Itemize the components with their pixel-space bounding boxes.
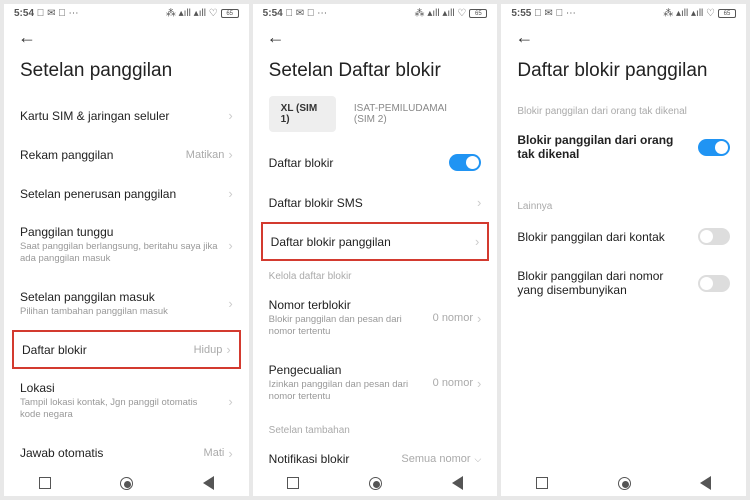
chevron-icon: › (228, 394, 232, 409)
row-daftar-blokir[interactable]: Daftar blokirHidup› (12, 330, 241, 369)
row-sim[interactable]: Kartu SIM & jaringan seluler› (20, 96, 233, 135)
phone-screen-2: 5:54 ⃠ ✉ ⛶ ⋯ ⁂ ▴ıll ▴ıll ♡ 65 ← Setelan … (253, 4, 498, 496)
row-nomor-terblokir[interactable]: Nomor terblokirBlokir panggilan dan pesa… (269, 286, 482, 351)
row-notifikasi[interactable]: Notifikasi blokirSemua nomor ⌵ (269, 440, 482, 466)
row-masuk[interactable]: Setelan panggilan masukPilihan tambahan … (20, 278, 233, 330)
chevron-icon: › (477, 195, 481, 210)
recents-button[interactable] (536, 477, 548, 489)
back-button[interactable]: ← (267, 27, 285, 47)
home-button[interactable] (369, 477, 382, 490)
chevron-icon: › (228, 238, 232, 253)
row-rekam[interactable]: Rekam panggilanMatikan› (20, 135, 233, 174)
phone-screen-3: 5:55 ⃠ ✉ ⛶ ⋯ ⁂ ▴ıll ▴ıll ♡ 65 ← Daftar b… (501, 4, 746, 496)
recents-button[interactable] (39, 477, 51, 489)
nav-bar (4, 466, 249, 496)
home-button[interactable] (618, 477, 631, 490)
toggle-icon[interactable] (449, 154, 481, 171)
chevron-icon: › (228, 108, 232, 123)
tab-sim2[interactable]: ISAT-PEMILUDAMAI (SIM 2) (342, 96, 481, 132)
status-bar: 5:55 ⃠ ✉ ⛶ ⋯ ⁂ ▴ıll ▴ıll ♡ 65 (501, 4, 746, 21)
back-button[interactable]: ← (18, 27, 36, 47)
home-button[interactable] (120, 477, 133, 490)
chevron-icon: › (477, 376, 481, 391)
chevron-icon: › (228, 147, 232, 162)
row-blokir-panggilan[interactable]: Daftar blokir panggilan› (261, 222, 490, 261)
section-kelola: Kelola daftar blokir (269, 261, 482, 286)
section-tak-dikenal: Blokir panggilan dari orang tak dikenal (517, 96, 730, 121)
status-bar: 5:54 ⃠ ✉ ⛶ ⋯ ⁂ ▴ıll ▴ıll ♡ 65 (253, 4, 498, 21)
row-blokir-tak-dikenal[interactable]: Blokir panggilan dari orang tak dikenal (517, 121, 730, 173)
back-nav-button[interactable] (700, 476, 711, 490)
row-jawab[interactable]: Jawab otomatisMati› (20, 434, 233, 466)
toggle-icon[interactable] (698, 275, 730, 292)
row-blokir-disembunyikan[interactable]: Blokir panggilan dari nomor yang disembu… (517, 257, 730, 309)
chevron-icon: › (228, 186, 232, 201)
chevron-icon: › (226, 342, 230, 357)
nav-bar (253, 466, 498, 496)
status-bar: 5:54 ⃠ ✉ ⛶ ⋯ ⁂ ▴ıll ▴ıll ♡ 65 (4, 4, 249, 21)
chevron-icon: › (477, 311, 481, 326)
section-tambahan: Setelan tambahan (269, 415, 482, 440)
tab-sim1[interactable]: XL (SIM 1) (269, 96, 336, 132)
section-lainnya: Lainnya (517, 191, 730, 216)
chevron-icon: › (228, 446, 232, 461)
row-daftar-blokir-toggle[interactable]: Daftar blokir (269, 142, 482, 183)
chevron-icon: › (475, 234, 479, 249)
page-title: Setelan panggilan (4, 50, 249, 96)
back-nav-button[interactable] (452, 476, 463, 490)
sim-tabs: XL (SIM 1) ISAT-PEMILUDAMAI (SIM 2) (253, 96, 498, 142)
row-penerusan[interactable]: Setelan penerusan panggilan› (20, 174, 233, 213)
phone-screen-1: 5:54 ⃠ ✉ ⛶ ⋯ ⁂ ▴ıll ▴ıll ♡ 65 ← Setelan … (4, 4, 249, 496)
toggle-icon[interactable] (698, 139, 730, 156)
row-blokir-sms[interactable]: Daftar blokir SMS› (269, 183, 482, 222)
toggle-icon[interactable] (698, 228, 730, 245)
caret-icon: ⌵ (475, 454, 482, 465)
row-tunggu[interactable]: Panggilan tungguSaat panggilan berlangsu… (20, 213, 233, 278)
page-title: Setelan Daftar blokir (253, 50, 498, 96)
row-blokir-kontak[interactable]: Blokir panggilan dari kontak (517, 216, 730, 257)
back-button[interactable]: ← (515, 27, 533, 47)
chevron-icon: › (228, 296, 232, 311)
page-title: Daftar blokir panggilan (501, 50, 746, 96)
row-pengecualian[interactable]: PengecualianIzinkan panggilan dan pesan … (269, 351, 482, 416)
row-lokasi[interactable]: LokasiTampil lokasi kontak, Jgn panggil … (20, 369, 233, 434)
back-nav-button[interactable] (203, 476, 214, 490)
nav-bar (501, 466, 746, 496)
recents-button[interactable] (287, 477, 299, 489)
